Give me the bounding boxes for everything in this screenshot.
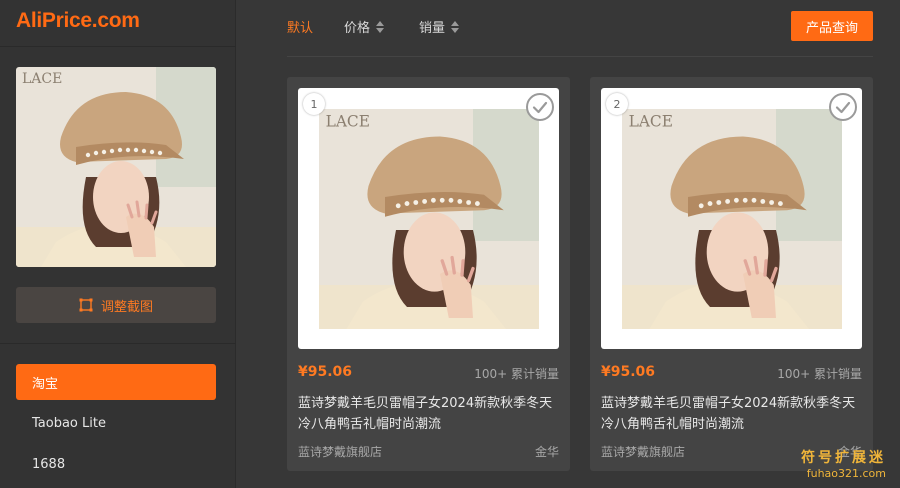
svg-text:LACE: LACE: [22, 71, 62, 87]
product-card[interactable]: LACE 1 ¥95.06 100+ 累计销量 蓝诗梦戴羊毛贝雷帽子女2024新…: [287, 77, 570, 471]
product-query-button[interactable]: 产品查询: [791, 11, 873, 41]
sidebar: AliPrice.com LACE 调整截图 淘宝 Taobao Lite 16…: [0, 0, 236, 488]
select-check-icon[interactable]: [525, 92, 555, 122]
aliprice-logo[interactable]: AliPrice.com: [16, 9, 140, 33]
watermark-text: 符号扩展迷: [801, 450, 886, 466]
search-image-thumbnail: LACE: [16, 67, 216, 267]
product-photo: LACE: [319, 109, 539, 329]
sort-sales-label: 销量: [419, 21, 446, 36]
sort-price[interactable]: 价格: [344, 17, 385, 36]
product-price: ¥95.06: [298, 364, 353, 380]
product-sales: 100+ 累计销量: [474, 367, 559, 381]
select-check-icon[interactable]: [828, 92, 858, 122]
product-image: LACE: [622, 109, 842, 329]
result-index-badge: 1: [303, 93, 325, 115]
result-index-badge: 2: [606, 93, 628, 115]
product-card[interactable]: LACE 2 ¥95.06 100+ 累计销量 蓝诗梦戴羊毛贝雷帽子女2024新…: [590, 77, 873, 471]
watermark-url: fuhao321.com: [806, 467, 886, 480]
product-title[interactable]: 蓝诗梦戴羊毛贝雷帽子女2024新款秋季冬天冷八角鸭舌礼帽时尚潮流: [298, 393, 560, 435]
sort-sales[interactable]: 销量: [419, 17, 460, 36]
platform-1688[interactable]: 1688: [16, 446, 216, 482]
svg-text:LACE: LACE: [326, 113, 370, 131]
platform-taobao[interactable]: 淘宝: [16, 364, 216, 400]
product-title[interactable]: 蓝诗梦戴羊毛贝雷帽子女2024新款秋季冬天冷八角鸭舌礼帽时尚潮流: [601, 393, 863, 435]
divider: [0, 343, 236, 344]
adjust-crop-button[interactable]: 调整截图: [16, 287, 216, 323]
sort-arrows-icon: [451, 20, 460, 33]
sort-price-label: 价格: [344, 21, 371, 36]
divider: [0, 46, 236, 47]
sort-arrows-icon: [376, 20, 385, 33]
product-photo: LACE: [622, 109, 842, 329]
divider: [287, 56, 873, 57]
shop-location: 金华: [534, 445, 559, 459]
shop-name[interactable]: 蓝诗梦戴旗舰店: [298, 443, 382, 460]
sort-default-label: 默认: [287, 21, 314, 36]
site-watermark: 符号扩展迷 fuhao321.com: [801, 450, 886, 482]
product-image-frame: LACE 1: [298, 88, 559, 349]
product-sales: 100+ 累计销量: [777, 367, 862, 381]
adjust-crop-label: 调整截图: [100, 299, 153, 315]
product-photo: LACE: [16, 67, 216, 267]
shop-name[interactable]: 蓝诗梦戴旗舰店: [601, 443, 685, 460]
svg-text:LACE: LACE: [629, 113, 673, 131]
product-price: ¥95.06: [601, 364, 656, 380]
product-image-frame: LACE 2: [601, 88, 862, 349]
product-image: LACE: [319, 109, 539, 329]
crop-icon: [79, 298, 93, 312]
platform-taobao-lite[interactable]: Taobao Lite: [16, 405, 216, 441]
sort-default[interactable]: 默认: [287, 17, 313, 36]
